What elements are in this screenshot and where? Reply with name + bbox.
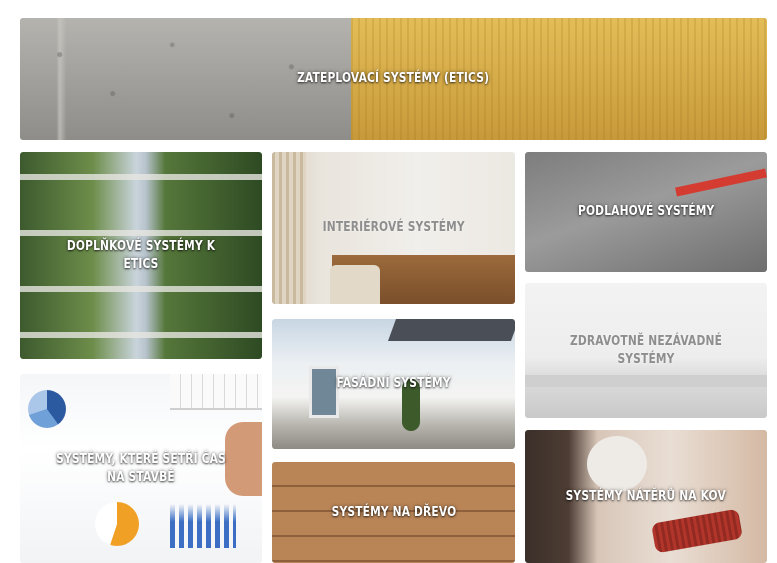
balcony-image [20, 174, 262, 180]
glove-image [587, 436, 647, 492]
roof-image [387, 319, 515, 341]
balcony-image [20, 286, 262, 292]
stool-image [330, 265, 380, 304]
tile-zateplovaci-systemy[interactable]: ZATEPLOVACÍ SYSTÉMY (ETICS) [20, 18, 767, 140]
tile-label: DOPLŇKOVÉ SYSTÉMY K ETICS [66, 238, 216, 272]
paint-roller-image [651, 508, 743, 554]
tile-doplnkove-systemy[interactable]: DOPLŇKOVÉ SYSTÉMY K ETICS [20, 152, 262, 359]
kitchen-counter-image [525, 375, 767, 387]
pie-chart-image [28, 390, 66, 428]
tile-label: FASÁDNÍ SYSTÉMY [336, 376, 451, 392]
tile-podlahove-systemy[interactable]: PODLAHOVÉ SYSTÉMY [525, 152, 767, 272]
wood-slats-image [272, 152, 306, 304]
tile-systemy-nateru-na-kov[interactable]: SYSTÉMY NÁTĚRŮ NA KOV [525, 430, 767, 563]
balcony-image [20, 332, 262, 338]
paint-roller-image [675, 168, 767, 197]
keyboard-image [170, 374, 262, 410]
tile-label: INTERIÉROVÉ SYSTÉMY [322, 220, 465, 236]
tile-label: ZDRAVOTNĚ NEZÁVADNÉ SYSTÉMY [569, 333, 723, 367]
tile-label: PODLAHOVÉ SYSTÉMY [577, 204, 715, 220]
bar-chart-image [170, 504, 236, 548]
tile-fasadni-systemy[interactable]: FASÁDNÍ SYSTÉMY [272, 319, 515, 449]
tile-systemy-setri-cas[interactable]: SYSTÉMY, KTERÉ ŠETŘÍ ČAS NA STAVBĚ [20, 374, 262, 563]
tile-zdravotne-nezavadne-systemy[interactable]: ZDRAVOTNĚ NEZÁVADNÉ SYSTÉMY [525, 283, 767, 418]
pie-chart-image [95, 502, 139, 546]
tile-systemy-na-drevo[interactable]: SYSTÉMY NA DŘEVO [272, 462, 515, 563]
tile-label: SYSTÉMY NÁTĚRŮ NA KOV [565, 488, 727, 504]
tile-label: SYSTÉMY NA DŘEVO [331, 504, 456, 520]
balcony-image [20, 230, 262, 236]
tile-interierove-systemy[interactable]: INTERIÉROVÉ SYSTÉMY [272, 152, 515, 304]
tile-label: ZATEPLOVACÍ SYSTÉMY (ETICS) [297, 71, 490, 87]
tile-label: SYSTÉMY, KTERÉ ŠETŘÍ ČAS NA STAVBĚ [56, 451, 226, 485]
